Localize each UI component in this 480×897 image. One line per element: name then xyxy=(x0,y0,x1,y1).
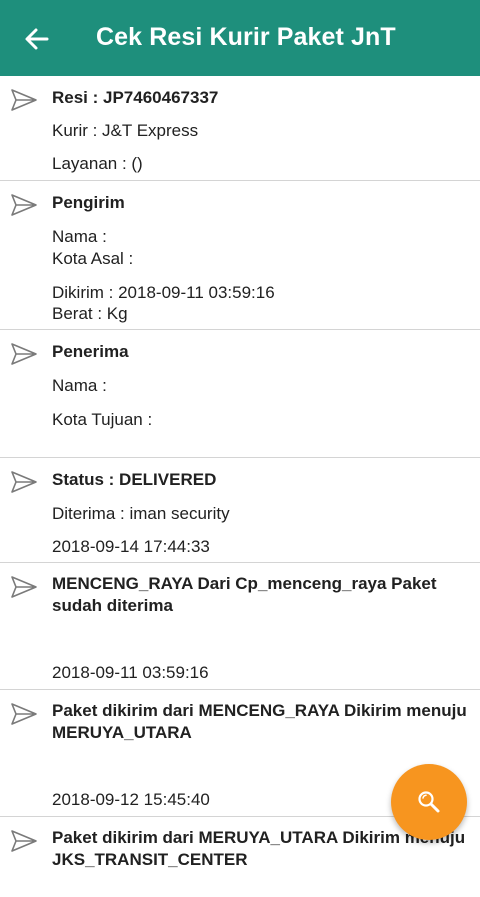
search-fab-button[interactable] xyxy=(391,764,467,840)
receiver-city: Kota Tujuan : xyxy=(52,410,153,429)
status-label: Status : DELIVERED xyxy=(52,470,217,489)
search-icon xyxy=(418,791,440,813)
resi-card: Resi : JP7460467337 Kurir : J&T Express … xyxy=(0,76,480,181)
history-text: Paket dikirim dari MENCENG_RAYA Dikirim … xyxy=(52,701,467,742)
send-icon xyxy=(11,576,37,598)
receiver-name: Nama : xyxy=(52,376,107,395)
send-icon xyxy=(11,703,37,725)
sender-city: Kota Asal : xyxy=(52,249,134,268)
courier-label: Kurir : J&T Express xyxy=(52,121,199,140)
receiver-card: Penerima Nama : Kota Tujuan : xyxy=(0,330,480,458)
received-by: Diterima : iman security xyxy=(52,504,230,523)
page-title: Cek Resi Kurir Paket JnT xyxy=(96,23,396,51)
history-time: 2018-09-12 15:45:40 xyxy=(52,790,210,809)
receiver-heading: Penerima xyxy=(52,342,129,361)
status-time: 2018-09-14 17:44:33 xyxy=(52,537,210,556)
sender-card: Pengirim Nama : Kota Asal : Dikirim : 20… xyxy=(0,181,480,330)
arrow-back-icon[interactable] xyxy=(22,24,52,54)
history-time: 2018-09-11 03:59:16 xyxy=(52,663,209,682)
history-text: MENCENG_RAYA Dari Cp_menceng_raya Paket … xyxy=(52,574,437,615)
sender-heading: Pengirim xyxy=(52,193,125,212)
send-icon xyxy=(11,194,37,216)
sender-name: Nama : xyxy=(52,227,107,246)
send-icon xyxy=(11,471,37,493)
app-bar: Cek Resi Kurir Paket JnT xyxy=(0,0,480,76)
send-icon xyxy=(11,343,37,365)
sent-date: Dikirim : 2018-09-11 03:59:16 xyxy=(52,283,275,302)
status-card: Status : DELIVERED Diterima : iman secur… xyxy=(0,458,480,563)
service-label: Layanan : () xyxy=(52,154,143,173)
weight-label: Berat : Kg xyxy=(52,304,128,323)
resi-number: Resi : JP7460467337 xyxy=(52,88,219,107)
send-icon xyxy=(11,830,37,852)
send-icon xyxy=(11,89,37,111)
list-item: MENCENG_RAYA Dari Cp_menceng_raya Paket … xyxy=(0,563,480,690)
